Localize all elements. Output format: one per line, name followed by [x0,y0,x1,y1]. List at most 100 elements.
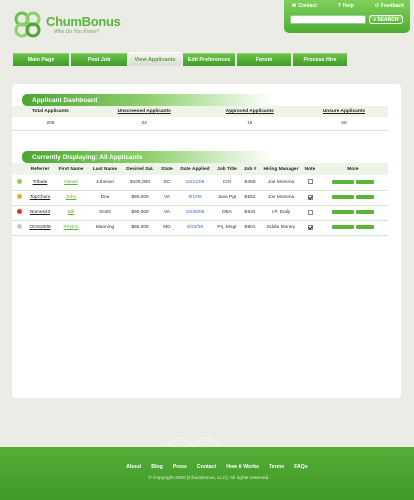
col-referrer: Referrer [26,163,54,175]
col-more: More [318,163,388,175]
hiring-manager: Joe Momma [260,175,302,191]
note-checkbox[interactable] [307,209,313,215]
tab-forum[interactable]: Forum [237,53,291,66]
col-job-no: Job # [240,163,260,175]
first-name-link[interactable]: John [54,190,88,206]
job-number: B534 [240,205,260,221]
footer-links: About Blog Press Contact How it Works Te… [0,464,414,470]
logo-tagline: Who Do You Know? [54,28,99,35]
hiring-manager: Eddie Money [260,220,302,236]
desired-salary: $55,000 [122,220,158,236]
date-applied: 10/30/08 [176,205,214,221]
status-dot-icon [16,224,22,229]
referrer-link[interactable]: Tribute [26,175,54,191]
tab-process-hire[interactable]: Process Hire [293,53,347,66]
last-name: Johnson [88,175,122,191]
desired-salary: $105,000 [122,175,158,191]
note-checkbox[interactable] [307,194,313,200]
action-button[interactable] [356,209,374,214]
help-link[interactable]: ? Help [338,3,354,9]
search-input[interactable] [290,15,366,24]
date-applied: 9/1/08 [176,190,214,206]
header: ChumBonus Who Do You Know? ✉ Contact ? Hel… [0,0,414,50]
mail-icon: ✉ [292,3,297,9]
copyright: © Copyright 2008 [ChumBonus, LLC]. All r… [148,476,270,481]
logo[interactable]: ChumBonus Who Do You Know? [12,8,121,40]
job-title: CIO [214,175,240,191]
state: DC [158,175,176,191]
date-applied: 8/23/08 [176,220,214,236]
col-job-title: Job Title [214,163,240,175]
footer-link-about[interactable]: About [126,464,141,470]
job-title: DBA [214,205,240,221]
action-button[interactable] [356,194,374,199]
unscreened-count: 23 [88,117,200,131]
col-date: Date Applied [176,163,214,175]
col-approved[interactable]: Approved Applicants [199,106,300,117]
action-button[interactable] [356,179,374,184]
action-button[interactable] [332,179,354,184]
status-dot-icon [16,209,22,214]
applicants-heading: Currently Displaying: All Applicants [22,151,272,163]
col-state: State [158,163,176,175]
status-dot-icon [16,178,22,184]
applicants-table: Referrer First Name Last Name Desired Sa… [12,163,388,236]
main-nav: Main Page Post Job View Applicants Edit … [13,52,347,66]
action-button[interactable] [332,224,354,229]
action-button[interactable] [332,209,354,214]
contact-link[interactable]: ✉ Contact [292,3,317,9]
referrer-link[interactable]: Nomes23 [26,205,54,221]
job-title: Java Pgr [214,190,240,206]
refresh-icon: ↺ [374,3,379,9]
col-salary: Desired Sal. [122,163,158,175]
col-unsure[interactable]: Unsure Applicants [299,106,388,117]
col-last-name: Last Name [88,163,122,175]
total-count: 205 [12,117,89,131]
last-name: Doe [88,190,122,206]
col-unscreened[interactable]: Unscreened Applicants [88,106,200,117]
last-name: Manning [88,220,122,236]
footer-link-terms[interactable]: Terms [269,464,284,470]
desired-salary: $90,000 [122,205,158,221]
col-manager: Hiring Manager [260,163,302,175]
approved-count: 15 [199,117,300,131]
job-number: B552 [240,190,260,206]
job-title: Prj. Mngr [214,220,240,236]
footer-link-how-it-works[interactable]: How it Works [226,464,259,470]
feedback-link[interactable]: ↺ Feedback [375,3,404,9]
first-name-link[interactable]: Peyton [54,220,88,236]
referrer-link[interactable]: OOS2008 [26,220,54,236]
referrer-link[interactable]: TopChum [26,190,54,206]
dashboard-heading: Applicant Dashboard [22,94,272,106]
hiring-manager: Joe Momma [260,190,302,206]
footer-link-faqs[interactable]: FAQs [294,464,308,470]
col-first-name: First Name [54,163,88,175]
action-button[interactable] [332,194,354,199]
tab-view-applicants[interactable]: View Applicants [129,52,181,66]
main-content [12,84,401,398]
job-number: B459 [240,175,260,191]
state: VA [158,205,176,221]
note-checkbox[interactable] [307,224,313,230]
footer-link-blog[interactable]: Blog [151,464,163,470]
search-button[interactable]: ⌕ SEARCH [369,15,403,24]
action-button[interactable] [356,224,374,229]
tab-main-page[interactable]: Main Page [13,53,69,66]
date-applied: 10/21/08 [176,175,214,191]
state: MD [158,220,176,236]
status-dot-icon [16,194,22,199]
first-name-link[interactable]: Daniel [54,175,88,191]
note-checkbox[interactable] [307,179,313,185]
table-row: OOS2008 Peyton Manning $55,000 MD 8/23/08 Prj.… [12,220,388,236]
tab-edit-preferences[interactable]: Edit Preferences [183,53,235,66]
tab-post-job[interactable]: Post Job [71,53,127,66]
table-row: TopChum John Doe $85,000 VA 9/1/08 Java Pgr B55… [12,190,388,206]
desired-salary: $85,000 [122,190,158,206]
footer-link-press[interactable]: Press [173,464,187,470]
help-icon: ? [337,3,341,9]
col-total: Total Applicants [12,106,89,117]
col-note: Note [302,163,318,175]
first-name-link[interactable]: Bill [54,205,88,221]
logo-icon [14,11,41,38]
footer-link-contact[interactable]: Contact [197,464,216,470]
